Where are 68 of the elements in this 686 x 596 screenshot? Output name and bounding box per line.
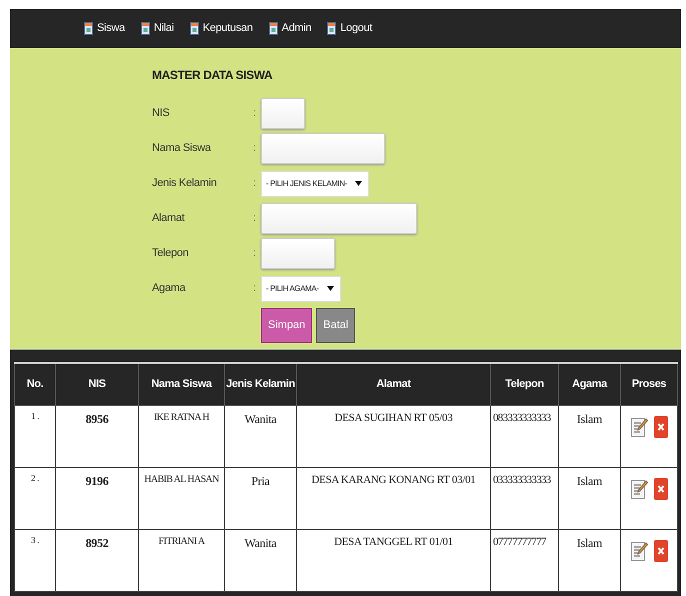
table-cell: 9196 bbox=[56, 467, 138, 529]
table-cell: DESA SUGIHAN RT 05/03 bbox=[296, 405, 490, 467]
column-header: Telepon bbox=[490, 363, 558, 405]
colon: : bbox=[253, 281, 258, 296]
colon: : bbox=[253, 141, 258, 156]
table-cell: DESA TANGGEL RT 01/01 bbox=[296, 529, 490, 591]
document-icon bbox=[84, 22, 93, 35]
input-field[interactable] bbox=[261, 133, 385, 164]
table-cell: 033333333333 bbox=[490, 467, 558, 529]
form-button[interactable]: Batal bbox=[316, 308, 356, 343]
caret-icon bbox=[326, 286, 334, 291]
column-header: Alamat bbox=[296, 363, 490, 405]
dropdown[interactable]: - PILIH JENIS KELAMIN- bbox=[261, 170, 369, 196]
nav-link[interactable]: Keputusan bbox=[190, 20, 253, 37]
nav-link[interactable]: Admin bbox=[268, 20, 312, 37]
field-label: Alamat bbox=[152, 211, 186, 226]
colon: : bbox=[253, 246, 258, 262]
nav-link[interactable]: Logout bbox=[327, 20, 372, 37]
input-field[interactable] bbox=[261, 238, 335, 269]
table-cell: 3 . bbox=[14, 529, 56, 591]
edit-icon bbox=[630, 540, 648, 562]
table-cell: DESA KARANG KONANG RT 03/01 bbox=[296, 467, 490, 529]
field-label: NIS bbox=[152, 106, 170, 122]
delete-icon bbox=[654, 416, 668, 438]
colon: : bbox=[253, 106, 258, 122]
table-cell: HABIB AL HASAN bbox=[138, 467, 224, 529]
caret-icon bbox=[355, 181, 362, 186]
document-icon bbox=[190, 22, 199, 35]
table-cell: Islam bbox=[558, 467, 620, 529]
table-cell: 8956 bbox=[56, 405, 138, 467]
colon: : bbox=[253, 211, 258, 226]
table-cell: Pria bbox=[224, 467, 296, 529]
form-button[interactable]: Simpan bbox=[261, 308, 312, 343]
form-title: MASTER DATA SISWA bbox=[152, 67, 274, 84]
column-header: Proses bbox=[620, 363, 678, 405]
table-cell: 8952 bbox=[56, 529, 138, 591]
table-cell: 07777777777 bbox=[490, 529, 558, 591]
table-cell: 083333333333 bbox=[490, 405, 558, 467]
field-label: Agama bbox=[152, 281, 187, 296]
table-cell: Islam bbox=[558, 405, 620, 467]
input-field[interactable] bbox=[261, 203, 417, 234]
table-cell: Wanita bbox=[224, 529, 296, 591]
table-cell: FITRIANI A bbox=[138, 529, 224, 591]
table-cell: Islam bbox=[558, 529, 620, 591]
column-header: NIS bbox=[56, 363, 138, 405]
document-icon bbox=[140, 22, 150, 35]
document-icon bbox=[268, 22, 278, 35]
column-header: Agama bbox=[558, 363, 620, 405]
column-header: Jenis Kelamin bbox=[224, 363, 296, 405]
column-header: No. bbox=[14, 363, 56, 405]
colon: : bbox=[253, 176, 258, 192]
nav-link[interactable]: Siswa bbox=[84, 20, 125, 37]
table-cell: 2 . bbox=[14, 467, 56, 529]
delete-icon bbox=[654, 540, 668, 562]
edit-icon bbox=[630, 478, 648, 500]
table-cell: 1 . bbox=[14, 405, 56, 467]
table-cell: Wanita bbox=[224, 405, 296, 467]
field-label: Nama Siswa bbox=[152, 141, 212, 156]
table-cell: IKE RATNA H bbox=[138, 405, 224, 467]
delete-icon bbox=[654, 478, 668, 500]
column-header: Nama Siswa bbox=[138, 363, 224, 405]
input-field[interactable] bbox=[261, 98, 305, 129]
edit-icon bbox=[630, 416, 648, 438]
field-label: Telepon bbox=[152, 246, 190, 262]
document-icon bbox=[327, 22, 336, 35]
nav-link[interactable]: Nilai bbox=[140, 20, 174, 37]
field-label: Jenis Kelamin bbox=[152, 176, 218, 192]
dropdown[interactable]: - PILIH AGAMA- bbox=[261, 276, 341, 302]
